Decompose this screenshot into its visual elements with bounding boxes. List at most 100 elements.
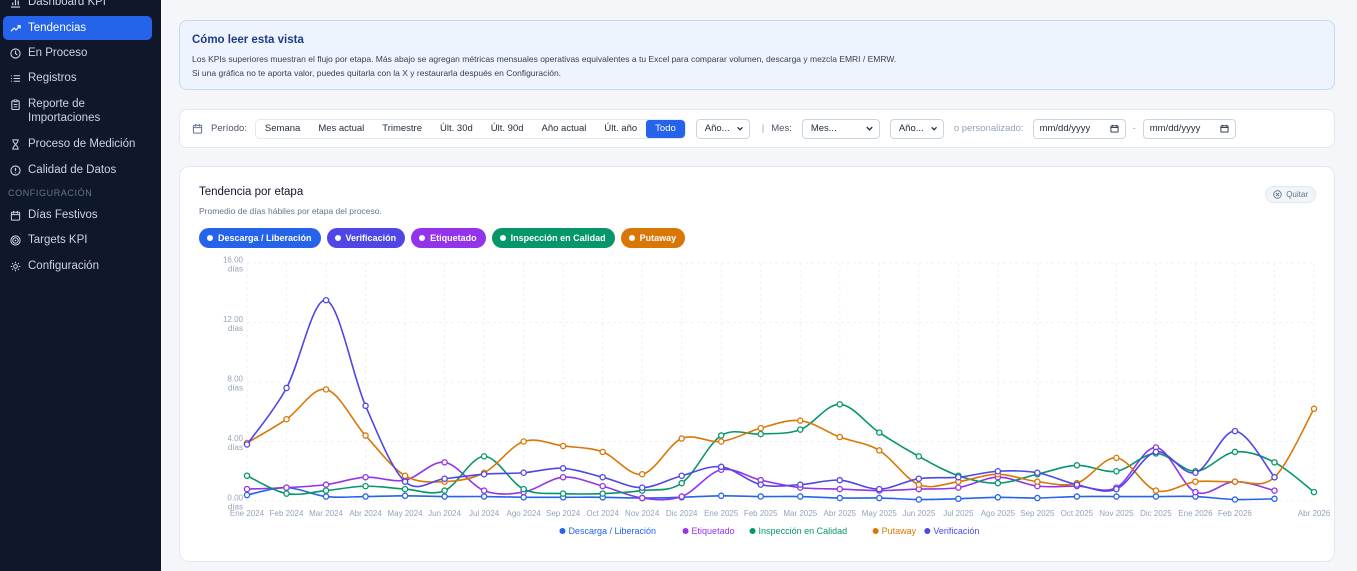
data-point-etiquetado <box>322 481 330 488</box>
y-tick-unit: días <box>228 443 243 452</box>
info-text-line1: Los KPIs superiores muestran el flujo po… <box>192 54 897 64</box>
x-tick-label: Dic 2025 <box>1140 509 1172 518</box>
data-point-descarga-liberaci-n <box>1271 495 1278 503</box>
x-tick-label: Oct 2024 <box>586 509 619 518</box>
period-ult-ano-button[interactable]: Últ. año <box>595 119 647 138</box>
data-point-etiquetado <box>480 487 488 494</box>
data-point-verificaci-n <box>915 475 923 482</box>
data-point-putaway <box>362 432 369 439</box>
x-tick-label: Oct 2025 <box>1061 509 1094 518</box>
target-icon <box>9 233 21 247</box>
data-point-descarga-liberaci-n <box>876 494 883 502</box>
data-point-inspecci-n-en-calidad <box>362 482 369 490</box>
sidebar-item-dashboard-kpi[interactable]: Dashboard KPI <box>3 0 152 9</box>
data-point-etiquetado <box>243 485 251 493</box>
sidebar-item-configuracion[interactable]: Configuración <box>3 259 152 273</box>
period-trimestre-button[interactable]: Trimestre <box>373 119 432 138</box>
data-point-inspecci-n-en-calidad <box>559 490 567 497</box>
data-point-inspecci-n-en-calidad <box>1310 488 1318 496</box>
y-tick-label: 12.00 <box>223 315 244 324</box>
filter-separator: | <box>761 123 765 134</box>
data-point-etiquetado <box>441 459 448 466</box>
legend-marker-inspecci-n-en-calidad <box>749 528 756 534</box>
data-point-etiquetado <box>283 484 290 491</box>
sidebar-item-targets-kpi[interactable]: Targets KPI <box>3 233 152 247</box>
data-point-descarga-liberaci-n <box>717 492 725 500</box>
period-label: Período: <box>211 123 247 134</box>
period-ano-actual-button[interactable]: Año actual <box>532 119 596 138</box>
section-heading-configuracion: CONFIGURACIÓN <box>8 188 93 198</box>
sidebar-item-label: Reporte de Importaciones <box>28 98 101 124</box>
data-point-putaway <box>401 472 409 479</box>
data-point-putaway <box>836 433 844 441</box>
date-from-input[interactable]: mm/dd/yyyy <box>1032 118 1126 139</box>
x-tick-label: Mar 2025 <box>783 509 817 518</box>
data-point-inspecci-n-en-calidad <box>1231 448 1239 456</box>
x-tick-label: Nov 2025 <box>1099 509 1134 518</box>
data-point-descarga-liberaci-n <box>322 493 330 500</box>
data-point-verificaci-n <box>994 467 1002 475</box>
data-point-verificaci-n <box>638 484 646 491</box>
data-point-inspecci-n-en-calidad <box>401 485 409 493</box>
y-tick-label: 8.00 <box>227 375 243 384</box>
legend-marker-verificaci-n <box>924 528 931 534</box>
data-point-putaway <box>678 435 685 442</box>
sidebar-item-en-proceso[interactable]: En Proceso <box>3 46 152 60</box>
data-point-inspecci-n-en-calidad <box>797 426 804 433</box>
data-point-descarga-liberaci-n <box>1152 493 1160 500</box>
sidebar-item-label: Tendencias <box>28 22 87 34</box>
data-point-verificaci-n <box>362 402 369 410</box>
data-point-inspecci-n-en-calidad <box>1271 459 1278 466</box>
sidebar-item-calidad-datos[interactable]: Calidad de Datos <box>3 163 152 177</box>
data-point-putaway <box>915 481 923 488</box>
x-tick-label: Feb 2025 <box>744 509 778 518</box>
sidebar-item-reporte-importaciones[interactable]: Reporte de Importaciones <box>3 97 152 125</box>
y-tick-label: 16.00 <box>223 256 244 265</box>
data-point-descarga-liberaci-n <box>1231 496 1239 503</box>
year-select[interactable]: Año... <box>695 118 750 139</box>
month-select[interactable]: Mes... <box>801 118 880 139</box>
legend-label-putaway: Putaway <box>882 526 917 536</box>
period-ult-90d-button[interactable]: Últ. 90d <box>481 119 533 138</box>
sidebar-item-proceso-medicion[interactable]: Proceso de Medición <box>3 137 152 151</box>
data-point-verificaci-n <box>1231 427 1239 435</box>
x-tick-label: Sep 2024 <box>546 509 581 518</box>
data-point-putaway <box>599 448 606 456</box>
sidebar-item-tendencias[interactable]: Tendencias <box>3 16 152 40</box>
period-ult-30d-button[interactable]: Últ. 30d <box>431 119 482 138</box>
data-point-verificaci-n <box>876 485 883 493</box>
x-tick-label: Abr 2024 <box>349 509 382 518</box>
sidebar-item-dias-festivos[interactable]: Días Festivos <box>3 208 152 222</box>
data-point-putaway <box>797 417 804 424</box>
data-point-etiquetado <box>678 493 685 500</box>
data-point-etiquetado <box>638 494 646 502</box>
y-tick-label: 0.00 <box>227 494 243 503</box>
y-tick-unit: días <box>228 265 243 274</box>
period-mes-actual-button[interactable]: Mes actual <box>309 119 374 138</box>
data-point-verificaci-n <box>599 473 606 481</box>
data-point-descarga-liberaci-n <box>480 493 488 500</box>
data-point-inspecci-n-en-calidad <box>915 453 923 460</box>
legend-label-etiquetado: Etiquetado <box>692 526 735 536</box>
period-semana-button[interactable]: Semana <box>255 119 310 138</box>
clock-icon <box>9 46 21 60</box>
period-filter-bar: Período: Semana Mes actual Trimestre Últ… <box>179 109 1335 148</box>
data-point-inspecci-n-en-calidad <box>836 401 844 408</box>
chevron-down-icon <box>736 126 743 131</box>
data-point-putaway <box>1034 478 1041 485</box>
bar-chart-icon <box>9 0 21 9</box>
y-tick-label: 4.00 <box>227 434 243 443</box>
sidebar-item-registros[interactable]: Registros <box>3 71 152 85</box>
period-todo-button[interactable]: Todo <box>646 119 685 138</box>
data-point-inspecci-n-en-calidad <box>678 479 685 487</box>
info-title: Cómo leer esta vista <box>192 34 304 46</box>
date-to-input[interactable]: mm/dd/yyyy <box>1142 118 1236 139</box>
sidebar-item-label: Calidad de Datos <box>28 164 117 176</box>
data-point-descarga-liberaci-n <box>441 493 448 500</box>
legend-marker-descarga-liberaci-n <box>559 528 566 534</box>
year-select-2[interactable]: Año... <box>889 118 944 139</box>
data-point-verificaci-n <box>520 469 527 476</box>
data-point-putaway <box>520 438 527 445</box>
x-tick-label: Jun 2024 <box>428 509 461 518</box>
data-point-putaway <box>1231 478 1239 485</box>
